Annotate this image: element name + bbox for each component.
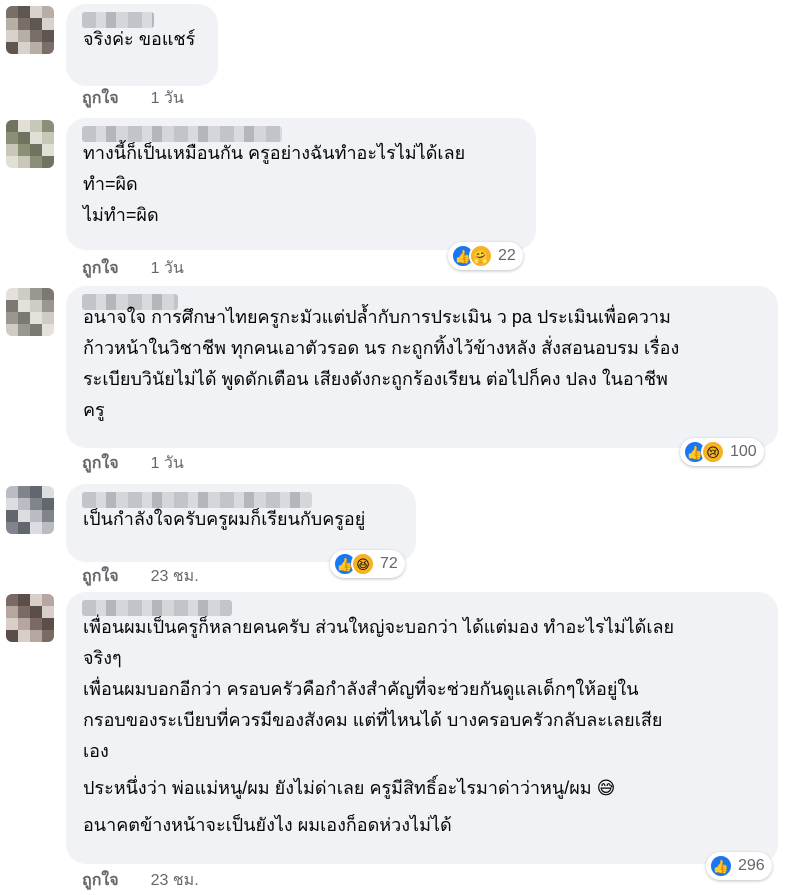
comment-line: ประหนึ่งว่า พ่อแม่หนู/ผม ยังไม่ด่าเลย คร… <box>83 778 616 798</box>
comment-bubble: อนาจใจ การศึกษาไทยครูกะมัวแต่ปล้ำกับการป… <box>66 286 778 448</box>
comment-line: เพื่อนผมบอกอีกว่า ครอบครัวคือกำลังสำคัญท… <box>83 679 639 699</box>
avatar[interactable] <box>6 6 54 54</box>
comment-line: ทางนี้ก็เป็นเหมือนกัน ครูอย่างฉันทำอะไรไ… <box>83 143 466 163</box>
like-button[interactable]: ถูกใจ <box>82 451 119 476</box>
avatar[interactable] <box>6 120 54 168</box>
haha-icon: 😆 <box>351 552 375 576</box>
comment-text: ทางนี้ก็เป็นเหมือนกัน ครูอย่างฉันทำอะไรไ… <box>83 138 522 231</box>
like-button[interactable]: ถูกใจ <box>82 564 119 589</box>
timestamp[interactable]: 1 วัน <box>151 86 184 111</box>
timestamp[interactable]: 1 วัน <box>151 451 184 476</box>
comment-line: อนาจใจ การศึกษาไทยครูกะมัวแต่ปล้ำกับการป… <box>83 307 671 327</box>
comment-line: ระเบียบวินัยไม่ได้ พูดดักเตือน เสียงดังก… <box>83 369 668 389</box>
reaction-summary[interactable]: 👍 296 <box>706 852 772 880</box>
comment-line: ก้าวหน้าในวิชาชีพ ทุกคนเอาตัวรอด นร กะถู… <box>83 338 680 358</box>
comment-line: เป็นกำลังใจครับครูผมก็เรียนกับครูอยู่ <box>83 509 366 529</box>
comment-text: เพื่อนผมเป็นครูก็หลายคนครับ ส่วนใหญ่จะบอ… <box>83 612 764 841</box>
like-button[interactable]: ถูกใจ <box>82 86 119 111</box>
comment-line: จริงค่ะ ขอแชร์ <box>83 29 196 49</box>
reaction-count: 22 <box>498 247 516 264</box>
timestamp[interactable]: 1 วัน <box>151 256 184 281</box>
reaction-count: 100 <box>730 443 757 460</box>
like-button[interactable]: ถูกใจ <box>82 256 119 281</box>
comment-actions: ถูกใจ 1 วัน <box>82 86 184 111</box>
avatar[interactable] <box>6 288 54 336</box>
like-icon: 👍 <box>709 854 733 878</box>
timestamp[interactable]: 23 ชม. <box>151 868 199 893</box>
comment-line: ไม่ทำ=ผิด <box>83 205 159 225</box>
comment-bubble: ทางนี้ก็เป็นเหมือนกัน ครูอย่างฉันทำอะไรไ… <box>66 118 536 250</box>
comment-line: กรอบของระเบียบที่ควรมีของสังคม แต่ที่ไหน… <box>83 710 663 730</box>
timestamp[interactable]: 23 ชม. <box>151 564 199 589</box>
comment-text: อนาจใจ การศึกษาไทยครูกะมัวแต่ปล้ำกับการป… <box>83 302 764 426</box>
sad-icon: 😢 <box>701 440 725 464</box>
comment-text: เป็นกำลังใจครับครูผมก็เรียนกับครูอยู่ <box>83 504 402 535</box>
comment-line: เอง <box>83 741 109 761</box>
reaction-summary[interactable]: 👍 😆 72 <box>330 550 405 578</box>
comment-line: เพื่อนผมเป็นครูก็หลายคนครับ ส่วนใหญ่จะบอ… <box>83 617 675 637</box>
like-button[interactable]: ถูกใจ <box>82 868 119 893</box>
care-icon: 🤗 <box>469 244 493 268</box>
comment-actions: ถูกใจ 23 ชม. <box>82 564 199 589</box>
reaction-count: 72 <box>380 555 398 572</box>
comment-actions: ถูกใจ 23 ชม. <box>82 868 199 893</box>
comment-bubble: เพื่อนผมเป็นครูก็หลายคนครับ ส่วนใหญ่จะบอ… <box>66 592 778 864</box>
comment-bubble: จริงค่ะ ขอแชร์ <box>66 4 218 86</box>
reaction-summary[interactable]: 👍 😢 100 <box>680 438 764 466</box>
avatar[interactable] <box>6 594 54 642</box>
comment-line: จริงๆ <box>83 648 122 668</box>
comment-line: ทำ=ผิด <box>83 174 138 194</box>
reaction-count: 296 <box>738 857 765 874</box>
comment-actions: ถูกใจ 1 วัน <box>82 451 184 476</box>
comment-line: อนาคตข้างหน้าจะเป็นยังไง ผมเองก็อดห่วงไม… <box>83 815 452 835</box>
avatar[interactable] <box>6 486 54 534</box>
reaction-summary[interactable]: 👍 🤗 22 <box>448 242 523 270</box>
comment-actions: ถูกใจ 1 วัน <box>82 256 184 281</box>
comment-text: จริงค่ะ ขอแชร์ <box>83 24 204 55</box>
comment-line: ครู <box>83 400 105 420</box>
